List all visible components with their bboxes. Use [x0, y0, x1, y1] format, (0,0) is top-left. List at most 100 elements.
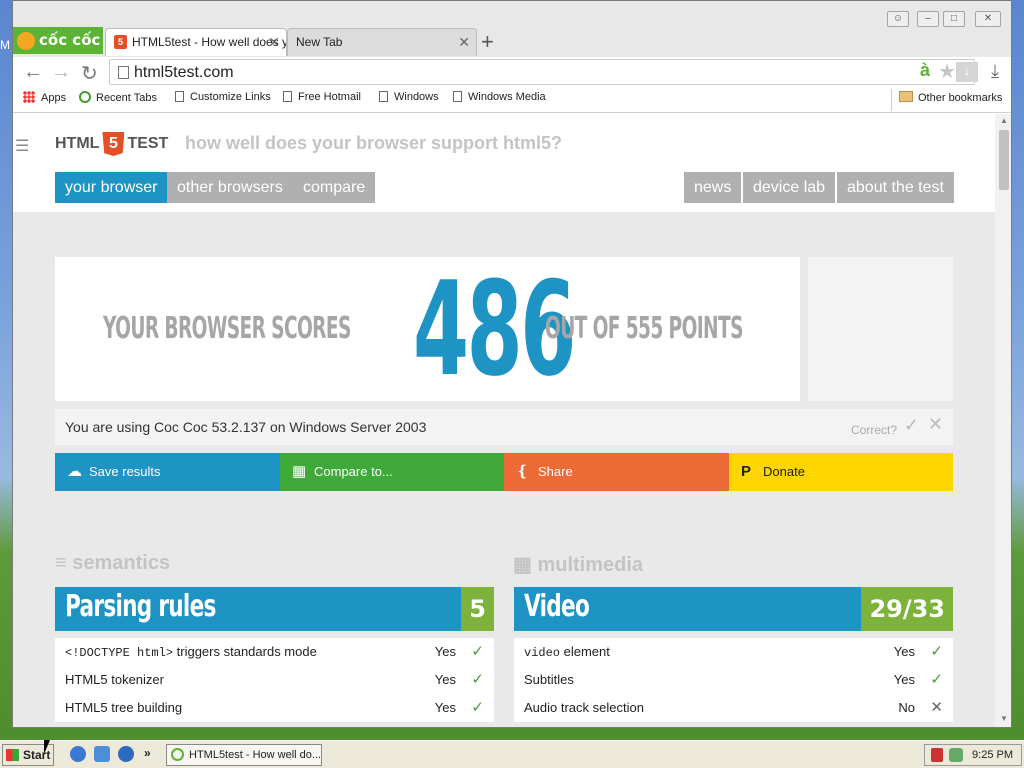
nav-news[interactable]: news	[684, 172, 742, 203]
compare-to-button[interactable]: ▦ Compare to...	[280, 453, 504, 491]
taskbar-item-browser[interactable]: HTML5test - How well do...	[166, 744, 322, 766]
nav-your-browser[interactable]: your browser	[55, 172, 168, 203]
bookmark-label: Other bookmarks	[918, 92, 1003, 104]
bookmark-label: Apps	[41, 92, 67, 104]
test-row[interactable]: HTML5 tree building Yes ✓	[55, 694, 494, 722]
bookmark-label: Recent Tabs	[96, 92, 157, 104]
scroll-up-icon[interactable]: ▲	[1000, 116, 1008, 125]
test-row[interactable]: video element Yes ✓	[514, 638, 953, 666]
new-tab-plus-icon[interactable]: +	[481, 29, 494, 55]
check-icon: ✓	[471, 671, 484, 688]
user-agent-bar: You are using Coc Coc 53.2.137 on Window…	[55, 409, 953, 445]
close-window-button[interactable]: ✕	[975, 11, 1001, 27]
test-row[interactable]: Audio track selection No ✕	[514, 694, 953, 722]
section-multimedia: ▦ multimedia	[513, 552, 643, 577]
bookmark-customize-links[interactable]: Customize Links	[175, 91, 271, 103]
bookmark-recent-tabs[interactable]: Recent Tabs	[79, 91, 157, 104]
cross-icon: ✕	[930, 699, 943, 716]
taskbar-item-label: HTML5test - How well do...	[189, 749, 322, 761]
save-results-button[interactable]: ☁ Save results	[55, 453, 280, 491]
downloads-icon[interactable]: ⤓	[991, 61, 999, 82]
grid-icon: ▦	[292, 463, 307, 480]
video-list: video element Yes ✓ Subtitles Yes ✓ Audio tr…	[514, 638, 953, 722]
share-button[interactable]: ❴ Share	[504, 453, 729, 491]
forward-arrow-icon[interactable]: →	[51, 61, 71, 84]
tab-html5test[interactable]: 5 HTML5test - How well does y ✕	[105, 28, 287, 56]
taskbar: Start » HTML5test - How well do... 9:25 …	[0, 740, 1024, 768]
page-icon	[379, 91, 388, 102]
coccoc-extension-icon[interactable]: à	[920, 60, 930, 81]
media-player-quicklaunch-icon[interactable]	[118, 746, 134, 762]
category-header-parsing-rules[interactable]: Parsing rules 5	[55, 587, 494, 631]
bookmark-apps[interactable]: Apps	[23, 91, 66, 104]
profile-button[interactable]: ☺	[887, 11, 909, 27]
apps-grid-icon	[23, 91, 35, 103]
back-arrow-icon[interactable]: ←	[23, 61, 43, 84]
bookmark-label: Windows Media	[468, 91, 546, 103]
explorer-quicklaunch-icon[interactable]	[94, 746, 110, 762]
nav-other-browsers[interactable]: other browsers	[167, 172, 293, 203]
html5-shield-icon: 5	[102, 132, 125, 156]
multimedia-film-icon: ▦	[513, 554, 538, 576]
html5test-logo[interactable]: HTML 5 TEST	[55, 132, 168, 156]
test-result: Yes	[434, 672, 456, 687]
other-bookmarks[interactable]: Other bookmarks	[899, 91, 1002, 104]
address-bar[interactable]: html5test.com à ★ ↓	[109, 59, 978, 85]
category-score: 29/33	[861, 587, 953, 631]
folder-icon	[899, 91, 913, 102]
donate-button[interactable]: P Donate	[729, 453, 953, 491]
parsing-rules-list: <!DOCTYPE html> triggers standards mode Y…	[55, 638, 494, 722]
user-agent-text: You are using Coc Coc 53.2.137 on Window…	[65, 419, 427, 435]
nav-compare[interactable]: compare	[293, 172, 376, 203]
minimize-button[interactable]: –	[917, 11, 939, 27]
close-icon[interactable]: ✕	[928, 414, 943, 435]
score-panel: YOUR BROWSER SCORES 486 OUT OF 555 POINT…	[55, 257, 800, 401]
tab-close-icon[interactable]: ✕	[268, 29, 280, 55]
test-row[interactable]: Subtitles Yes ✓	[514, 666, 953, 694]
category-title: Parsing rules	[65, 589, 216, 624]
chevron-more-icon[interactable]: »	[144, 746, 151, 760]
test-row[interactable]: HTML5 tokenizer Yes ✓	[55, 666, 494, 694]
checkmark-icon[interactable]: ✓	[904, 415, 919, 436]
test-result: No	[898, 700, 915, 715]
network-icon[interactable]	[949, 748, 963, 762]
page-icon	[118, 66, 129, 79]
bookmark-windows[interactable]: Windows	[379, 91, 439, 103]
nav-about-the-test[interactable]: about the test	[837, 172, 954, 203]
html5-favicon-icon: 5	[114, 35, 127, 49]
page-icon	[175, 91, 184, 102]
ie-quicklaunch-icon[interactable]	[70, 746, 86, 762]
test-label: element	[560, 644, 610, 659]
mouse-cursor-icon	[44, 740, 50, 754]
bookmark-free-hotmail[interactable]: Free Hotmail	[283, 91, 361, 103]
scrollbar-thumb[interactable]	[999, 130, 1009, 190]
tab-close-icon[interactable]: ✕	[458, 29, 470, 55]
coccoc-logo[interactable]: cốc cốc	[13, 27, 103, 54]
maximize-button[interactable]: □	[943, 11, 965, 27]
bookmark-label: Customize Links	[190, 91, 271, 103]
test-row[interactable]: <!DOCTYPE html> triggers standards mode Y…	[55, 638, 494, 666]
nav-device-lab[interactable]: device lab	[743, 172, 836, 203]
section-title: multimedia	[537, 554, 644, 576]
action-label: Donate	[763, 464, 805, 479]
bookmark-star-icon[interactable]: ★	[938, 59, 956, 84]
category-score: 5	[461, 587, 494, 631]
action-label: Share	[538, 464, 573, 479]
bookmark-label: Free Hotmail	[298, 91, 361, 103]
tab-new-tab[interactable]: New Tab ✕	[287, 28, 477, 56]
scroll-down-icon[interactable]: ▼	[1000, 714, 1008, 723]
page-scrollbar[interactable]: ▲ ▼	[995, 114, 1011, 727]
savior-download-icon[interactable]: ↓	[956, 62, 978, 82]
logo-right-text: TEST	[127, 135, 169, 152]
bookmark-windows-media[interactable]: Windows Media	[453, 91, 546, 103]
test-label: Audio track selection	[524, 700, 644, 715]
test-label: HTML5 tokenizer	[65, 672, 164, 687]
category-header-video[interactable]: Video 29/33	[514, 587, 953, 631]
security-shield-icon[interactable]	[931, 748, 943, 762]
reload-icon[interactable]: ↻	[81, 61, 98, 86]
test-label: triggers standards mode	[173, 644, 317, 659]
action-label: Compare to...	[314, 464, 393, 479]
coccoc-taskbar-icon	[171, 748, 184, 761]
coccoc-logo-text: cốc cốc	[39, 31, 101, 49]
hamburger-menu-icon[interactable]: ☰	[15, 136, 29, 156]
